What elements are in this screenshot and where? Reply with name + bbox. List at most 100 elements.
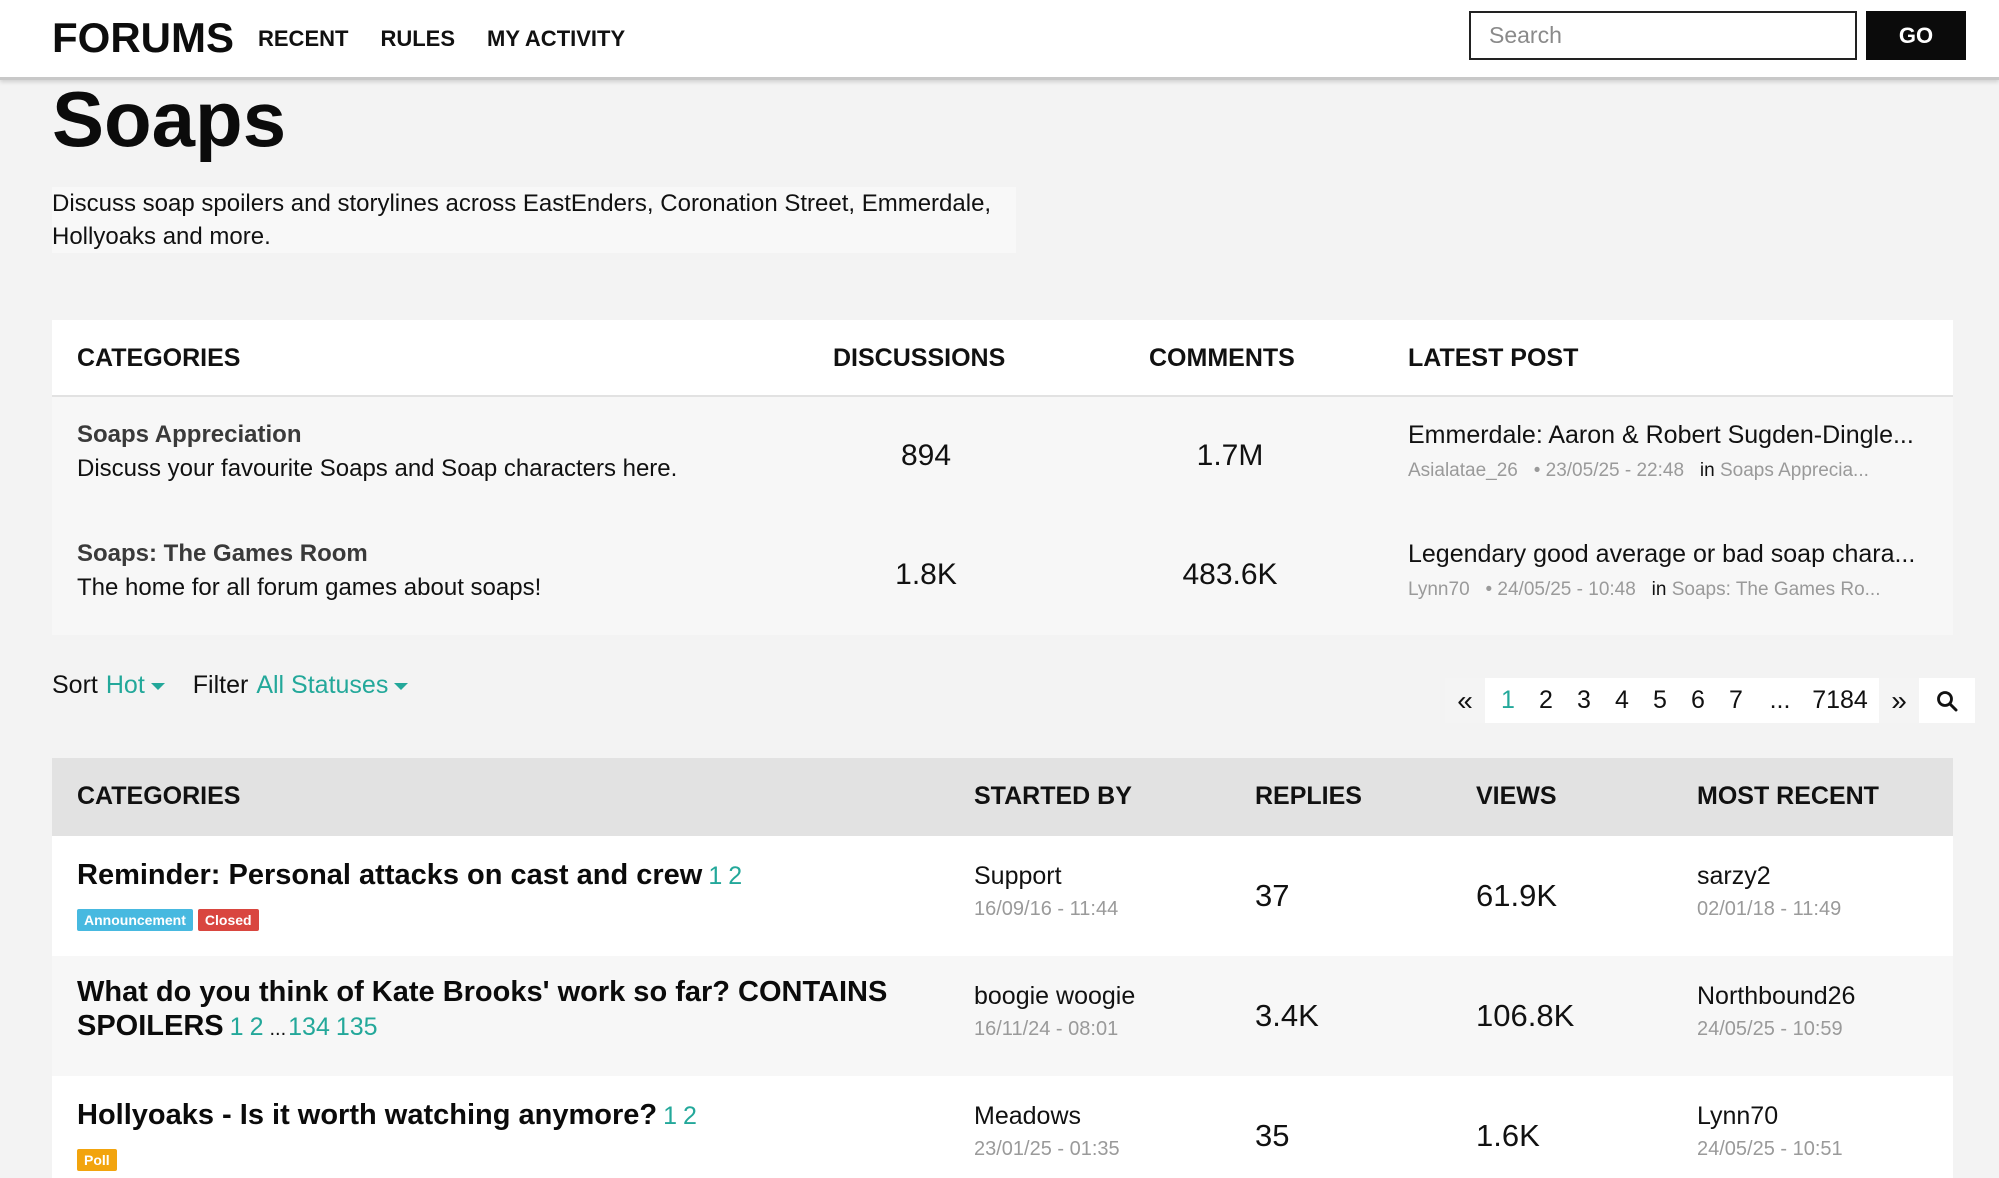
- pager-page[interactable]: 3: [1565, 678, 1603, 723]
- pager-page[interactable]: 6: [1679, 678, 1717, 723]
- page-description: Discuss soap spoilers and storylines acr…: [52, 187, 1016, 253]
- category-subtitle: The home for all forum games about soaps…: [77, 574, 542, 601]
- col-comments: COMMENTS: [1149, 344, 1295, 372]
- col-views: VIEWS: [1476, 782, 1557, 810]
- discussion-row[interactable]: What do you think of Kate Brooks' work s…: [52, 956, 1953, 1076]
- go-button[interactable]: GO: [1866, 11, 1966, 60]
- started-time: 16/11/24 - 08:01: [974, 1018, 1119, 1040]
- latest-post-category[interactable]: Soaps Apprecia...: [1720, 460, 1869, 481]
- category-row[interactable]: Soaps Appreciation Discuss your favourit…: [52, 397, 1953, 516]
- discussion-badges: Poll: [77, 1149, 117, 1171]
- pager-prev[interactable]: «: [1445, 678, 1485, 723]
- discussion-pages-ellipsis: ...: [269, 1018, 287, 1040]
- pager-ellipsis: ...: [1755, 678, 1805, 723]
- most-recent-user[interactable]: sarzy2: [1697, 862, 1771, 891]
- discussion-badges: Announcement Closed: [77, 909, 259, 931]
- forums-logo[interactable]: FORUMS: [52, 14, 234, 62]
- started-by-user[interactable]: Support: [974, 862, 1062, 891]
- latest-post-title[interactable]: Legendary good average or bad soap chara…: [1408, 540, 1915, 569]
- pagination: « 1 2 3 4 5 6 7 ... 7184 »: [1445, 678, 1975, 723]
- nav-rules[interactable]: RULES: [380, 26, 455, 52]
- pager-next[interactable]: »: [1879, 678, 1919, 723]
- category-discussions: 894: [900, 439, 952, 472]
- discussion-page-link[interactable]: 135: [336, 1013, 378, 1041]
- nav-recent[interactable]: RECENT: [258, 26, 348, 52]
- discussion-row[interactable]: Hollyoaks - Is it worth watching anymore…: [52, 1076, 1953, 1178]
- discussion-title[interactable]: Reminder: Personal attacks on cast and c…: [77, 858, 947, 893]
- discussion-page-link[interactable]: 1: [708, 862, 722, 890]
- discussions-header: CATEGORIES STARTED BY REPLIES VIEWS MOST…: [52, 758, 1953, 836]
- magnifier-icon: [1937, 690, 1958, 711]
- most-recent-time: 02/01/18 - 11:49: [1697, 898, 1842, 920]
- category-name[interactable]: Soaps: The Games Room: [77, 540, 368, 568]
- most-recent-time: 24/05/25 - 10:59: [1697, 1018, 1843, 1040]
- latest-post-time: • 23/05/25 - 22:48: [1533, 460, 1685, 481]
- latest-post-meta: Lynn70 • 24/05/25 - 10:48 in Soaps: The …: [1408, 579, 1880, 601]
- categories-table: CATEGORIES DISCUSSIONS COMMENTS LATEST P…: [52, 320, 1953, 635]
- sort-label: Sort: [52, 671, 98, 699]
- replies-count: 35: [1255, 1118, 1290, 1153]
- discussion-title[interactable]: What do you think of Kate Brooks' work s…: [77, 975, 947, 1046]
- discussion-page-link[interactable]: 2: [728, 862, 742, 890]
- latest-post-user[interactable]: Asialatae_26: [1408, 460, 1518, 481]
- sort-dropdown[interactable]: Hot: [106, 671, 165, 700]
- filter-value: All Statuses: [256, 671, 389, 699]
- started-by-user[interactable]: boogie woogie: [974, 982, 1135, 1011]
- announcement-badge: Announcement: [77, 909, 193, 931]
- col-started-by: STARTED BY: [974, 782, 1132, 810]
- pager-search-button[interactable]: [1919, 678, 1975, 723]
- latest-post-title[interactable]: Emmerdale: Aaron & Robert Sugden-Dingle.…: [1408, 421, 1914, 450]
- caret-down-icon: [394, 682, 409, 690]
- discussion-title-text[interactable]: Hollyoaks - Is it worth watching anymore…: [77, 1099, 657, 1131]
- sort-value: Hot: [105, 671, 145, 699]
- latest-post-user[interactable]: Lynn70: [1408, 579, 1470, 600]
- pager-page[interactable]: 5: [1641, 678, 1679, 723]
- col-categories: CATEGORIES: [77, 344, 241, 372]
- latest-post-meta: Asialatae_26 • 23/05/25 - 22:48 in Soaps…: [1408, 460, 1869, 482]
- discussion-title[interactable]: Hollyoaks - Is it worth watching anymore…: [77, 1098, 947, 1133]
- pager-page[interactable]: 2: [1527, 678, 1565, 723]
- discussion-page-link[interactable]: 1: [230, 1013, 244, 1041]
- most-recent-user[interactable]: Lynn70: [1697, 1102, 1778, 1131]
- most-recent-time: 24/05/25 - 10:51: [1697, 1138, 1843, 1160]
- main-nav: RECENT RULES MY ACTIVITY: [258, 26, 625, 52]
- views-count: 1.6K: [1476, 1118, 1540, 1153]
- category-comments: 1.7M: [1196, 439, 1264, 472]
- top-bar: FORUMS RECENT RULES MY ACTIVITY GO: [0, 0, 1999, 80]
- search-input[interactable]: [1469, 11, 1857, 60]
- category-subtitle: Discuss your favourite Soaps and Soap ch…: [77, 455, 678, 482]
- nav-my-activity[interactable]: MY ACTIVITY: [487, 26, 625, 52]
- poll-badge: Poll: [77, 1149, 117, 1171]
- discussions-table: CATEGORIES STARTED BY REPLIES VIEWS MOST…: [52, 758, 1953, 1178]
- latest-post-in: in: [1699, 460, 1715, 481]
- col-discussions: DISCUSSIONS: [833, 344, 1006, 372]
- category-discussions: 1.8K: [895, 558, 957, 591]
- pager-page[interactable]: 4: [1603, 678, 1641, 723]
- replies-count: 3.4K: [1255, 998, 1319, 1033]
- closed-badge: Closed: [197, 909, 259, 931]
- pager-page-last[interactable]: 7184: [1805, 678, 1875, 723]
- started-by-user[interactable]: Meadows: [974, 1102, 1081, 1131]
- discussion-pages: 12: [708, 862, 748, 890]
- discussion-page-link[interactable]: 134: [288, 1013, 330, 1041]
- started-time: 23/01/25 - 01:35: [974, 1138, 1120, 1160]
- discussion-row[interactable]: Reminder: Personal attacks on cast and c…: [52, 836, 1953, 956]
- sort-filter-bar: Sort Hot Filter All Statuses: [52, 671, 409, 700]
- discussion-title-text[interactable]: What do you think of Kate Brooks' work s…: [77, 976, 887, 1042]
- discussion-page-link[interactable]: 2: [683, 1102, 697, 1130]
- filter-label: Filter: [192, 671, 249, 699]
- latest-post-category[interactable]: Soaps: The Games Ro...: [1672, 579, 1881, 600]
- filter-dropdown[interactable]: All Statuses: [256, 671, 409, 700]
- most-recent-user[interactable]: Northbound26: [1697, 982, 1855, 1011]
- discussion-pages: 1 2 ...134 135: [230, 1013, 384, 1041]
- pager-page[interactable]: 7: [1717, 678, 1755, 723]
- col-latest-post: LATEST POST: [1408, 344, 1579, 372]
- category-name[interactable]: Soaps Appreciation: [77, 421, 301, 449]
- page-title: Soaps: [52, 75, 287, 163]
- pager-page[interactable]: 1: [1489, 678, 1527, 723]
- col-most-recent: MOST RECENT: [1697, 782, 1879, 810]
- discussion-title-text[interactable]: Reminder: Personal attacks on cast and c…: [77, 859, 702, 891]
- category-row[interactable]: Soaps: The Games Room The home for all f…: [52, 516, 1953, 635]
- discussion-page-link[interactable]: 1: [663, 1102, 677, 1130]
- discussion-page-link[interactable]: 2: [250, 1013, 264, 1041]
